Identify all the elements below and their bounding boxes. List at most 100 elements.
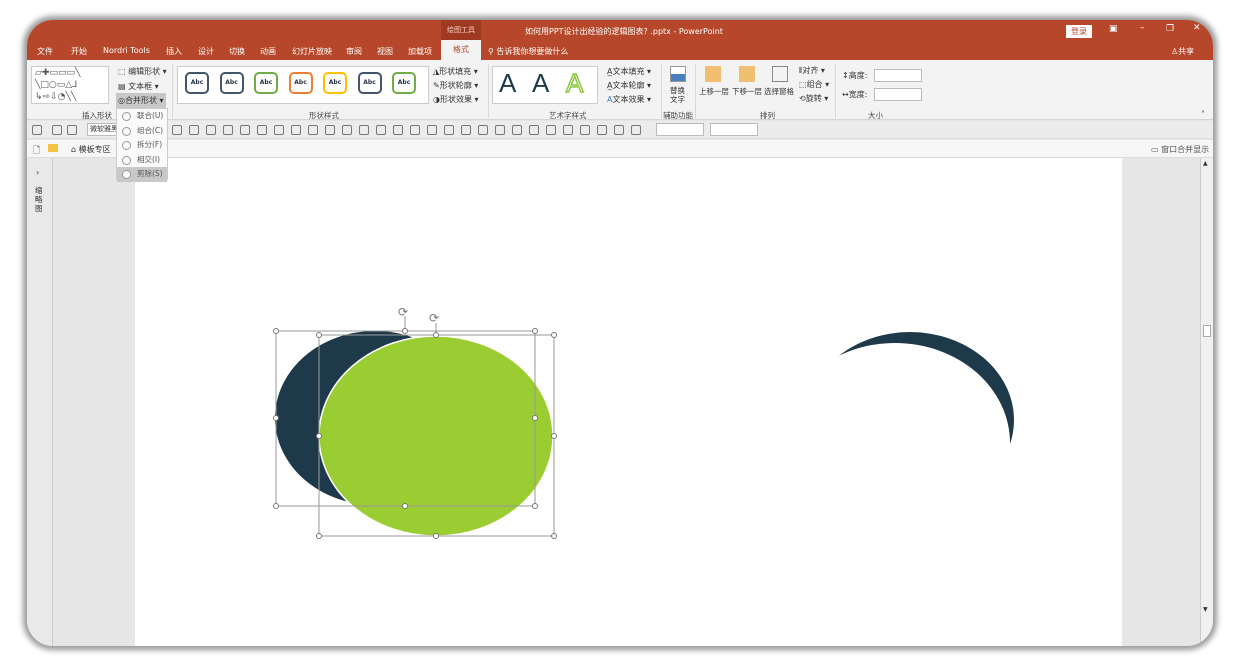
toolbar-tool-icon[interactable]	[67, 125, 77, 135]
toolbar-tool-icon[interactable]	[478, 125, 488, 135]
shape-gallery[interactable]: ▱✚▭▭▭╲ ╲□○▭△⅃ ↳⇨⇩◔╲╲	[31, 66, 109, 104]
menu-item-subtract[interactable]: 剪除(S)	[117, 167, 167, 182]
wordart-style-2[interactable]: A	[532, 68, 549, 99]
merge-window-button[interactable]: ▭ 窗口合并显示	[1151, 144, 1209, 155]
tab-view[interactable]: 视图	[377, 46, 393, 57]
shape-style-6[interactable]: Abc	[357, 72, 382, 94]
shape-style-7[interactable]: Abc	[392, 72, 416, 94]
shape-style-2[interactable]: Abc	[219, 72, 244, 94]
toolbar-tool-icon[interactable]	[495, 125, 505, 135]
ribbon-display-icon[interactable]: ▣	[1109, 24, 1118, 34]
height-input[interactable]	[874, 69, 922, 82]
resize-handle[interactable]	[551, 533, 557, 539]
toolbar-tool-icon[interactable]	[274, 125, 284, 135]
shape-style-5[interactable]: Abc	[323, 72, 347, 94]
tab-insert[interactable]: 插入	[166, 46, 182, 57]
toolbar-input-2[interactable]	[710, 123, 758, 136]
resize-handle[interactable]	[402, 328, 408, 334]
text-effects-button[interactable]: A文本效果 ▾	[607, 94, 651, 105]
tab-review[interactable]: 审阅	[346, 46, 362, 57]
toolbar-tool-icon[interactable]	[359, 125, 369, 135]
minimize-icon[interactable]: –	[1140, 23, 1145, 33]
resize-handle[interactable]	[551, 433, 557, 439]
toolbar-tool-icon[interactable]	[444, 125, 454, 135]
crescent-shape[interactable]	[806, 332, 1014, 508]
share-button[interactable]: ♙共享	[1171, 46, 1194, 57]
toolbar-tool-icon[interactable]	[580, 125, 590, 135]
tab-design[interactable]: 设计	[198, 46, 214, 57]
resize-handle[interactable]	[316, 533, 322, 539]
tab-transitions[interactable]: 切换	[229, 46, 245, 57]
wordart-style-3[interactable]: A	[565, 67, 584, 99]
toolbar-tool-icon[interactable]	[52, 125, 62, 135]
slide-canvas[interactable]: ⟳ ⟳	[135, 158, 1213, 646]
tab-nordri-tools[interactable]: Nordri Tools	[103, 46, 150, 55]
toolbar-tool-icon[interactable]	[342, 125, 352, 135]
toolbar-tool-icon[interactable]	[546, 125, 556, 135]
tab-slideshow[interactable]: 幻灯片放映	[292, 46, 332, 57]
wordart-style-1[interactable]: A	[499, 68, 516, 99]
shape-style-4[interactable]: Abc	[288, 72, 313, 94]
shape-effects-button[interactable]: ◑形状效果 ▾	[433, 94, 479, 105]
scroll-down-icon[interactable]: ▼	[1203, 606, 1208, 613]
toolbar-tool-icon[interactable]	[461, 125, 471, 135]
toolbar-tool-icon[interactable]	[308, 125, 318, 135]
resize-handle[interactable]	[433, 332, 439, 338]
toolbar-tool-icon[interactable]	[427, 125, 437, 135]
toolbar-tool-icon[interactable]	[529, 125, 539, 135]
edit-shape-button[interactable]: ⬚ 编辑形状 ▾	[118, 66, 167, 77]
toolbar-tool-icon[interactable]	[512, 125, 522, 135]
selection-pane-button[interactable]: 选择窗格	[764, 86, 794, 97]
menu-item-intersect[interactable]: 相交(I)	[117, 153, 167, 168]
resize-handle[interactable]	[316, 433, 322, 439]
resize-handle[interactable]	[433, 533, 439, 539]
menu-item-fragment[interactable]: 拆分(F)	[117, 138, 167, 153]
shape-outline-button[interactable]: ✎形状轮廓 ▾	[433, 80, 478, 91]
folder-icon[interactable]	[48, 144, 58, 152]
close-icon[interactable]: ✕	[1193, 23, 1201, 33]
toolbar-tool-icon[interactable]	[32, 125, 42, 135]
resize-handle[interactable]	[273, 503, 279, 509]
resize-handle[interactable]	[551, 332, 557, 338]
alt-text-icon[interactable]	[670, 66, 686, 82]
toolbar-tool-icon[interactable]	[189, 125, 199, 135]
shape-fill-button[interactable]: ◮形状填充 ▾	[433, 66, 478, 77]
resize-handle[interactable]	[316, 332, 322, 338]
tab-format[interactable]: 格式	[441, 40, 481, 60]
thumbnail-pane-collapsed[interactable]: › 缩略图	[27, 158, 53, 646]
tab-animations[interactable]: 动画	[260, 46, 276, 57]
collapse-ribbon-icon[interactable]: ˄	[1201, 110, 1205, 119]
toolbar-tool-icon[interactable]	[393, 125, 403, 135]
scrollbar-thumb[interactable]	[1203, 325, 1211, 337]
toolbar-tool-icon[interactable]	[563, 125, 573, 135]
merge-shapes-button[interactable]: ◎合并形状 ▾	[116, 93, 166, 108]
rotate-handle-icon[interactable]: ⟳	[429, 311, 439, 325]
text-outline-button[interactable]: A̲文本轮廓 ▾	[607, 80, 651, 91]
toolbar-tool-icon[interactable]	[257, 125, 267, 135]
restore-icon[interactable]: ❐	[1166, 24, 1174, 34]
shape-style-3[interactable]: Abc	[254, 72, 278, 94]
resize-handle[interactable]	[532, 503, 538, 509]
resize-handle[interactable]	[273, 415, 279, 421]
scroll-up-icon[interactable]: ▲	[1203, 160, 1208, 167]
expand-icon[interactable]: ›	[36, 168, 39, 177]
toolbar-tool-icon[interactable]	[597, 125, 607, 135]
toolbar-tool-icon[interactable]	[410, 125, 420, 135]
shape-style-1[interactable]: Abc	[185, 72, 209, 94]
alt-text-button[interactable]: 替换文字	[670, 86, 688, 104]
toolbar-input-1[interactable]	[656, 123, 704, 136]
resize-handle[interactable]	[273, 328, 279, 334]
toolbar-tool-icon[interactable]	[240, 125, 250, 135]
toolbar-tool-icon[interactable]	[172, 125, 182, 135]
width-input[interactable]	[874, 88, 922, 101]
resize-handle[interactable]	[532, 328, 538, 334]
resize-handle[interactable]	[532, 415, 538, 421]
send-backward-button[interactable]: 下移一层	[732, 86, 762, 97]
tab-addins[interactable]: 加载项	[408, 46, 432, 57]
text-fill-button[interactable]: A̲文本填充 ▾	[607, 66, 651, 77]
tab-file[interactable]: 文件	[37, 46, 53, 57]
menu-item-combine[interactable]: 组合(C)	[117, 124, 167, 139]
toolbar-tool-icon[interactable]	[291, 125, 301, 135]
toolbar-tool-icon[interactable]	[614, 125, 624, 135]
align-button[interactable]: ⫴对齐 ▾	[799, 65, 825, 76]
